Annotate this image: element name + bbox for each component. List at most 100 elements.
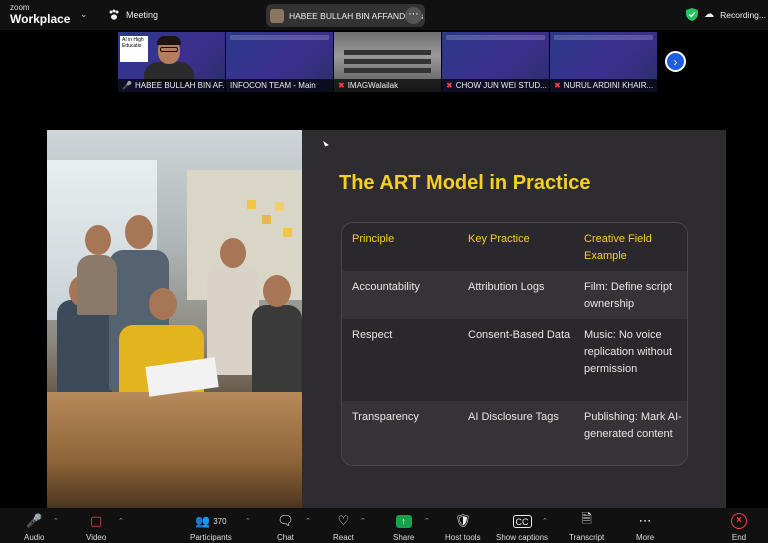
chevron-up-icon[interactable]: ⌃ bbox=[118, 517, 124, 525]
slide-title: The ART Model in Practice bbox=[339, 172, 591, 194]
participant-name: INFOCON TEAM - Main bbox=[230, 81, 316, 90]
more-label: More bbox=[636, 533, 655, 542]
chevron-up-icon[interactable]: ⌃ bbox=[424, 517, 430, 525]
paw-icon bbox=[109, 9, 119, 20]
brand-small: zoom bbox=[10, 3, 30, 12]
table-row: Accountability Attribution Logs Film: De… bbox=[342, 271, 687, 319]
top-bar: zoom Workplace ⌄ Meeting HABEE BULLAH BI… bbox=[0, 0, 768, 30]
chevron-up-icon[interactable]: ⌃ bbox=[53, 517, 59, 525]
participant-tile[interactable]: ✖ IMAGWalailak bbox=[334, 32, 441, 92]
photo-person bbox=[77, 255, 117, 315]
more-button[interactable]: ⋯ More bbox=[636, 512, 654, 542]
photo-person-head bbox=[149, 288, 177, 320]
photo-sticky bbox=[283, 228, 292, 237]
end-button[interactable]: × End bbox=[731, 512, 747, 542]
participant-nameplate: 🎤 HABEE BULLAH BIN AF... bbox=[118, 79, 225, 92]
photo-person-head bbox=[263, 275, 291, 307]
chevron-up-icon[interactable]: ⌃ bbox=[542, 517, 548, 525]
table-cell: Music: No voice replication without perm… bbox=[584, 329, 673, 375]
meeting-toolbar: 🎤 Audio ⌃ ▢ Video ⌃ 👥 370 Participants ⌃… bbox=[0, 508, 768, 543]
chevron-up-icon[interactable]: ⌃ bbox=[305, 517, 311, 525]
participants-icon-group: 👥 370 bbox=[195, 512, 226, 530]
recording-indicator[interactable]: ☁ Recording... bbox=[686, 8, 766, 21]
slide-photo-image bbox=[47, 130, 302, 508]
table-cell: Respect bbox=[352, 329, 393, 341]
participant-hair bbox=[157, 36, 181, 45]
participant-tile[interactable]: AI in High Educatio 🎤 HABEE BULLAH BIN A… bbox=[118, 32, 225, 92]
active-speaker-pill[interactable]: HABEE BULLAH BIN AFFANDY's s ⋯ bbox=[266, 4, 425, 27]
slide-header bbox=[446, 35, 545, 40]
table-cell: Transparency bbox=[352, 411, 419, 423]
slide-header bbox=[554, 35, 653, 40]
participants-button[interactable]: 👥 370 Participants bbox=[190, 512, 232, 542]
photo-person-head bbox=[220, 238, 246, 268]
participants-icon: 👥 bbox=[195, 514, 211, 528]
chevron-up-icon[interactable]: ⌃ bbox=[360, 517, 366, 525]
photo-sticky bbox=[247, 200, 256, 209]
photo-person-head bbox=[125, 215, 153, 249]
chevron-down-icon[interactable]: ⌄ bbox=[80, 9, 88, 20]
share-button[interactable]: ↑ Share bbox=[393, 512, 414, 542]
slide-top-band bbox=[47, 95, 726, 130]
mic-muted-icon: ✖ bbox=[446, 81, 453, 90]
host-tools-button[interactable]: 🛡 Host tools bbox=[445, 512, 481, 542]
mic-muted-icon: ✖ bbox=[338, 81, 345, 90]
avatar bbox=[270, 8, 284, 23]
presentation-slide: The ART Model in Practice Principle Key … bbox=[47, 130, 726, 508]
participant-nameplate: ✖ IMAGWalailak bbox=[334, 79, 441, 92]
chat-icon: 🗨 bbox=[277, 513, 294, 528]
photo-table bbox=[47, 392, 302, 508]
participants-label: Participants bbox=[190, 533, 232, 542]
photo-person bbox=[57, 300, 112, 400]
chat-button[interactable]: 🗨 Chat bbox=[277, 512, 294, 542]
video-off-icon: ▢ bbox=[90, 513, 103, 528]
meeting-label: Meeting bbox=[126, 10, 159, 20]
next-page-arrow-icon[interactable]: › bbox=[665, 51, 686, 72]
table-cell: Publishing: Mark AI-generated content bbox=[584, 411, 682, 440]
room-row bbox=[344, 50, 431, 55]
mic-muted-icon: ✖ bbox=[554, 81, 561, 90]
room-row bbox=[344, 59, 431, 64]
video-label: Video bbox=[86, 533, 107, 542]
more-options-icon[interactable]: ⋯ bbox=[405, 7, 422, 24]
photo-sticky bbox=[275, 202, 284, 211]
participant-nameplate: ✖ CHOW JUN WEI STUD... bbox=[442, 79, 549, 92]
table-header-cell: Creative Field Example bbox=[584, 233, 652, 262]
transcript-icon: 🗎 bbox=[581, 511, 592, 526]
photo-sticky bbox=[262, 215, 271, 224]
participants-count: 370 bbox=[213, 516, 227, 526]
table-cell: Accountability bbox=[352, 281, 420, 293]
audio-button[interactable]: 🎤 Audio bbox=[24, 512, 44, 542]
share-icon: ↑ bbox=[395, 514, 412, 528]
participant-name: IMAGWalailak bbox=[347, 81, 399, 90]
heart-icon: ♡ bbox=[337, 513, 350, 528]
captions-label: Show captions bbox=[496, 533, 549, 542]
chat-label: Chat bbox=[277, 533, 294, 542]
captions-button[interactable]: CC Show captions bbox=[496, 512, 548, 542]
photo-person bbox=[252, 305, 302, 405]
share-icon-wrap: ↑ bbox=[395, 512, 412, 530]
chevron-up-icon[interactable]: ⌃ bbox=[245, 517, 251, 525]
table-header-cell: Key Practice bbox=[468, 233, 530, 245]
table-cell: Consent-Based Data bbox=[468, 329, 571, 341]
close-icon: × bbox=[731, 513, 747, 529]
participant-tile[interactable]: INFOCON TEAM - Main bbox=[226, 32, 333, 92]
art-model-table: Principle Key Practice Creative Field Ex… bbox=[341, 222, 688, 466]
table-row: Respect Consent-Based Data Music: No voi… bbox=[342, 319, 687, 401]
shield-icon: 🛡 bbox=[454, 513, 472, 528]
transcript-button[interactable]: 🗎 Transcript bbox=[569, 511, 604, 542]
participant-tile[interactable]: ✖ CHOW JUN WEI STUD... bbox=[442, 32, 549, 92]
cloud-icon: ☁ bbox=[704, 9, 715, 20]
slide-header bbox=[230, 35, 329, 40]
participant-nameplate: ✖ NURUL ARDINI KHAIR... bbox=[550, 79, 657, 92]
mic-icon: 🎤 bbox=[122, 81, 132, 90]
video-button[interactable]: ▢ Video bbox=[86, 512, 106, 542]
react-button[interactable]: ♡ React bbox=[333, 512, 354, 542]
participant-name: HABEE BULLAH BIN AF... bbox=[134, 81, 225, 90]
table-cell: Attribution Logs bbox=[468, 281, 545, 293]
participant-name: CHOW JUN WEI STUD... bbox=[455, 81, 547, 90]
video-thumbnail-strip: AI in High Educatio 🎤 HABEE BULLAH BIN A… bbox=[118, 32, 657, 92]
participant-tile[interactable]: ✖ NURUL ARDINI KHAIR... bbox=[550, 32, 657, 92]
meeting-info[interactable]: Meeting bbox=[108, 9, 158, 21]
zoom-logo[interactable]: zoom Workplace bbox=[10, 3, 70, 26]
